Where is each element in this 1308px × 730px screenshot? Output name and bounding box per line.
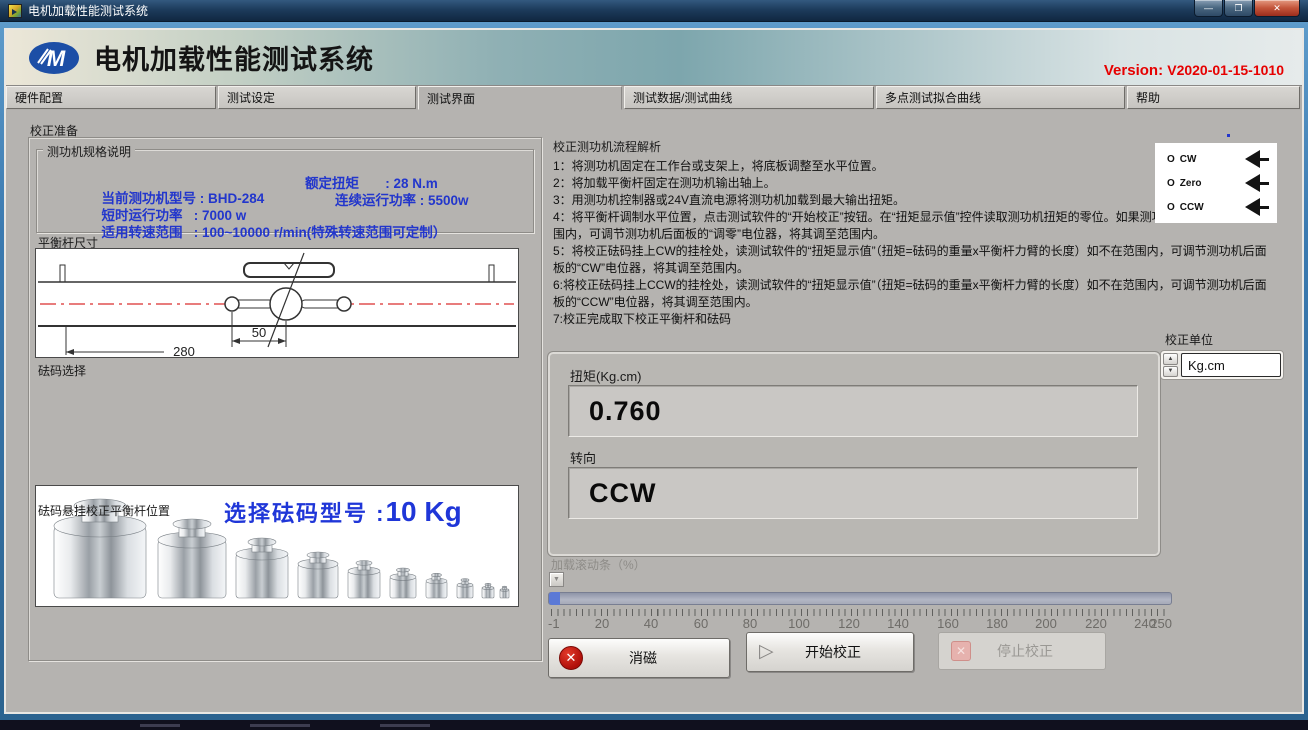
tick-label: 100 [788, 616, 810, 631]
start-calibration-label: 开始校正 [779, 642, 887, 662]
indicator-row-cw: O CW [1167, 148, 1269, 170]
flow-analysis-title: 校正测功机流程解析 [553, 138, 661, 155]
window-frame: M 电机加载性能测试系统 Version: V2020-01-15-1010 硬… [0, 22, 1308, 720]
calibration-unit-value[interactable]: Kg.cm [1181, 353, 1281, 377]
dim-50: 50 [252, 325, 266, 340]
stop-icon: ✕ [951, 641, 971, 661]
spec-row-3: 适用转速范围 : 100~10000 r/min(特殊转速范围可定制） [49, 206, 529, 223]
taskbar-strip [0, 720, 1308, 730]
tick-label: 220 [1085, 616, 1107, 631]
tab-test-data-curves[interactable]: 测试数据/测试曲线 [624, 86, 874, 109]
version-value: V2020-01-15-1010 [1167, 62, 1284, 78]
step-7: 7:校正完成取下校正平衡杆和砝码 [553, 311, 1277, 328]
weight-model-label: 选择砝码型号 : [224, 501, 385, 526]
close-icon[interactable]: ✕ [1254, 0, 1300, 17]
spec-row-1: 当前测功机型号 : BHD-284 额定扭矩 : 28 N.m [49, 172, 529, 189]
tick-label: 250 [1150, 616, 1172, 631]
header: M 电机加载性能测试系统 Version: V2020-01-15-1010 [6, 30, 1302, 86]
tick-label: 80 [743, 616, 757, 631]
tab-bar: 硬件配置 测试设定 测试界面 测试数据/测试曲线 多点测试拟合曲线 帮助 [6, 86, 1302, 110]
dyno-spec-group: 测功机规格说明 当前测功机型号 : BHD-284 额定扭矩 : 28 N.m … [36, 149, 534, 233]
slider-handle[interactable]: ▼ [549, 572, 564, 587]
stop-calibration-button[interactable]: ✕ 停止校正 [938, 632, 1106, 670]
weight-select-title: 砝码选择 [38, 362, 86, 379]
tab-help[interactable]: 帮助 [1127, 86, 1300, 109]
page-title: 电机加载性能测试系统 [94, 38, 374, 77]
title-bar[interactable]: 电机加载性能测试系统 — ❐ ✕ [0, 0, 1308, 22]
slider-track[interactable] [548, 592, 1172, 605]
window-title: 电机加载性能测试系统 [28, 2, 148, 19]
rotation-display: CCW [568, 467, 1138, 519]
slider-ticks [551, 609, 1169, 616]
cursor-dot [1227, 134, 1230, 137]
tick-label: 200 [1035, 616, 1057, 631]
balance-rod-diagram: 50 280 [35, 248, 519, 358]
maximize-icon[interactable]: ❐ [1224, 0, 1253, 17]
tab-test-settings[interactable]: 测试设定 [218, 86, 416, 109]
slider-fill [549, 592, 560, 605]
indicator-row-ccw: O CCW [1167, 196, 1269, 218]
torque-display: 0.760 [568, 385, 1138, 437]
measurement-group: 扭矩(Kg.cm) 0.760 转向 CCW [548, 352, 1160, 556]
tick-label: 140 [887, 616, 909, 631]
spinner-down-icon[interactable]: ▼ [1163, 366, 1178, 378]
version-label: Version: [1104, 62, 1163, 79]
dim-280: 280 [173, 344, 195, 357]
direction-indicator: O CW O Zero O CCW [1155, 143, 1277, 223]
demagnetize-button[interactable]: ✕ 消磁 [548, 638, 730, 678]
load-slider-label: 加载滚动条（%） [551, 556, 646, 573]
load-slider[interactable]: ▼ -1 20 40 60 80 100 120 140 160 180 200… [548, 572, 1172, 632]
weight-model-caption: 选择砝码型号 :10 Kg [224, 496, 462, 528]
version-text: Version: V2020-01-15-1010 [1104, 62, 1284, 79]
radio-icon: O [1167, 202, 1175, 213]
tick-label: 60 [694, 616, 708, 631]
dyno-spec-title: 测功机规格说明 [43, 143, 135, 160]
step-6: 6:将校正砝码挂上CCW的挂栓处，读测试软件的“扭矩显示值”（扭矩=砝码的重量x… [553, 277, 1277, 311]
weight-model-value: 10 Kg [385, 496, 461, 527]
tick-label: 40 [644, 616, 658, 631]
spec-row-2: 短时运行功率 : 7000 w 连续运行功率 : 5500w [49, 189, 529, 206]
svg-text:M: M [47, 46, 66, 71]
application-window: 电机加载性能测试系统 — ❐ ✕ M 电机加载性能测试系统 Version: V… [0, 0, 1308, 730]
tick-label: 160 [937, 616, 959, 631]
tick-label: 120 [838, 616, 860, 631]
test-interface-panel: 校正准备 测功机规格说明 当前测功机型号 : BHD-284 额定扭矩 : 28… [6, 110, 1302, 712]
arrow-left-icon [1245, 174, 1269, 192]
spinner-up-icon[interactable]: ▲ [1163, 353, 1178, 365]
rotation-label: 转向 [570, 448, 596, 467]
step-5: 5：将校正砝码挂上CW的挂栓处，读测试软件的“扭矩显示值”（扭矩=砝码的重量x平… [553, 243, 1277, 277]
start-calibration-button[interactable]: ▷ 开始校正 [746, 632, 914, 672]
hang-position-title: 砝码悬挂校正平衡杆位置 [38, 502, 170, 519]
arrow-left-icon [1245, 198, 1269, 216]
tick-label: -1 [548, 616, 560, 631]
tab-multipoint-fit-curve[interactable]: 多点测试拟合曲线 [876, 86, 1125, 109]
torque-value: 0.760 [569, 396, 662, 427]
minimize-icon[interactable]: — [1194, 0, 1223, 17]
app-icon [8, 4, 22, 18]
tick-label: 20 [595, 616, 609, 631]
tab-test-interface[interactable]: 测试界面 [418, 86, 622, 110]
rotation-value: CCW [569, 478, 656, 509]
radio-icon: O [1167, 154, 1175, 165]
brand-logo: M [28, 41, 80, 75]
indicator-row-zero: O Zero [1167, 172, 1269, 194]
start-icon: ▷ [759, 642, 779, 662]
demagnetize-icon: ✕ [559, 646, 583, 670]
demagnetize-button-label: 消磁 [583, 648, 703, 668]
stop-calibration-label: 停止校正 [971, 641, 1079, 661]
tab-hardware-config[interactable]: 硬件配置 [6, 86, 216, 109]
radio-icon: O [1167, 178, 1175, 189]
tick-label: 180 [986, 616, 1008, 631]
calibration-unit-label: 校正单位 [1165, 331, 1213, 348]
torque-label: 扭矩(Kg.cm) [570, 366, 642, 385]
arrow-left-icon [1245, 150, 1269, 168]
calibration-unit-control[interactable]: ▲ ▼ Kg.cm [1160, 350, 1284, 380]
